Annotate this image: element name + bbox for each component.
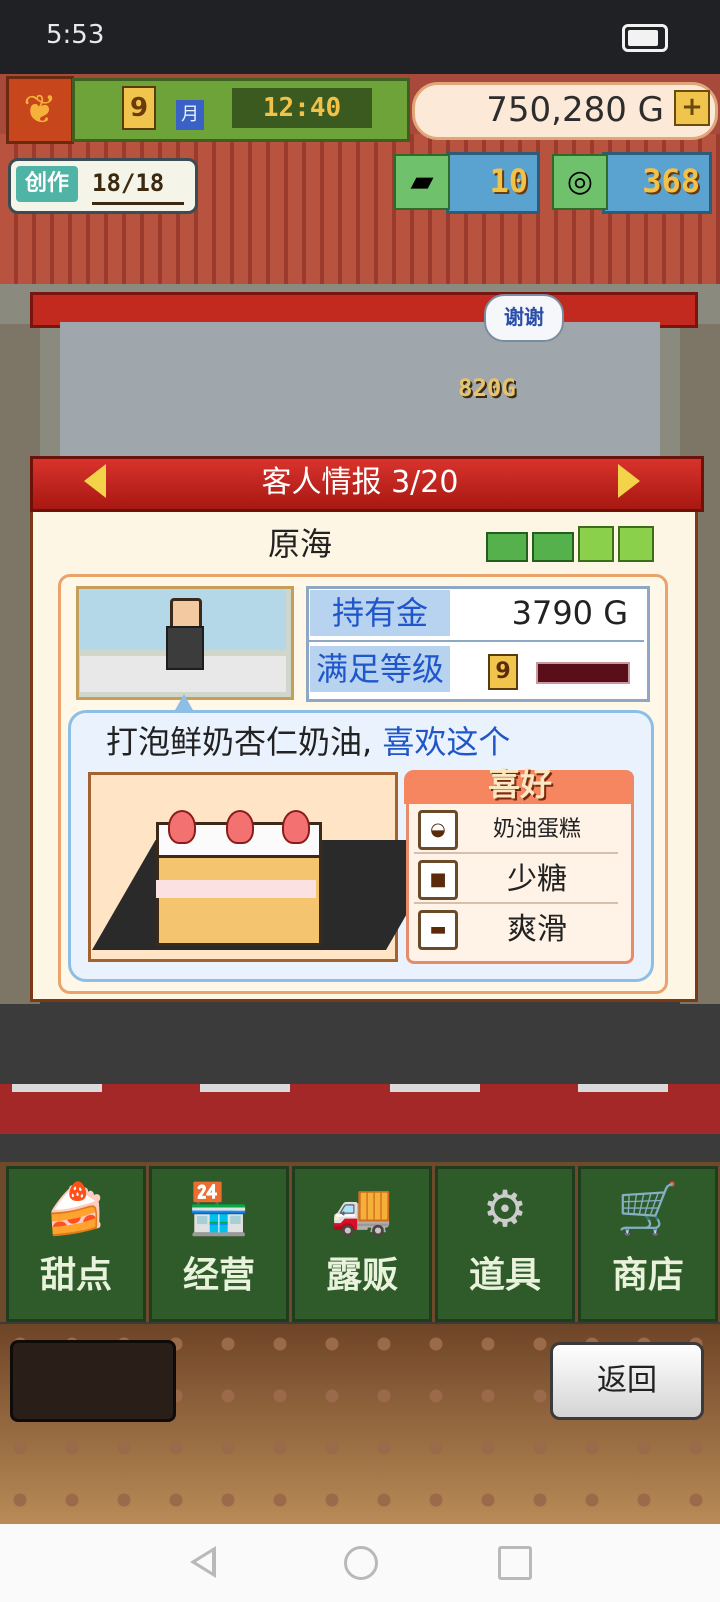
strawberry-icon xyxy=(282,810,310,844)
create-value: 18/18 xyxy=(92,164,184,205)
satisfaction-level: 9 xyxy=(488,654,518,690)
preference-label: 少糖 xyxy=(507,862,567,897)
menu-label: 商店 xyxy=(611,1255,684,1296)
cash-stack-icon xyxy=(486,532,528,562)
comment-highlight: 喜欢这个 xyxy=(372,723,511,761)
customer-money-value: 3790 G xyxy=(511,594,628,632)
status-bar: 5:53 xyxy=(0,0,720,74)
back-button[interactable]: 返回 xyxy=(550,1342,704,1420)
plus-icon[interactable]: + xyxy=(674,90,710,126)
customer-name: 原海 xyxy=(267,525,332,563)
message-box xyxy=(10,1340,176,1422)
preference-label: 奶油蛋糕 xyxy=(492,817,581,842)
gear-bag-menu-icon: ⚙ xyxy=(482,1180,528,1238)
status-time: 5:53 xyxy=(46,20,105,50)
create-label: 创作 xyxy=(16,166,78,202)
road-marking xyxy=(12,1084,102,1092)
menu-label: 经营 xyxy=(182,1255,255,1296)
cash-stack-icon xyxy=(532,532,574,562)
menu-label: 道具 xyxy=(468,1255,541,1296)
shop-menu-icon: 🏪 xyxy=(187,1180,251,1238)
money-value: 750,280 G xyxy=(486,90,664,130)
month-label: 月 xyxy=(176,100,204,130)
strawberry-icon xyxy=(168,810,196,844)
menu-store-button[interactable]: 🛒 商店 xyxy=(578,1166,718,1322)
cart-menu-icon: 🛒 xyxy=(616,1180,680,1238)
income-popup: 820G xyxy=(458,374,516,402)
strawberry-icon xyxy=(226,810,254,844)
preference-label: 爽滑 xyxy=(507,912,567,947)
nav-back-icon-inner xyxy=(196,1552,212,1572)
truck-menu-icon: 🚚 xyxy=(330,1180,394,1238)
gift-box-icon xyxy=(578,526,614,562)
nav-recent-icon[interactable] xyxy=(498,1546,532,1580)
silver-medal-icon: ◎ xyxy=(552,154,608,210)
game-clock: 12:40 xyxy=(232,88,372,128)
menu-label: 露贩 xyxy=(325,1255,398,1296)
road-marking xyxy=(200,1084,290,1092)
smooth-bar-icon: ▬ xyxy=(418,910,458,950)
panel-title: 客人情报 3/20 xyxy=(261,465,459,500)
season-button[interactable]: ❦ xyxy=(6,76,74,144)
prev-arrow-icon[interactable] xyxy=(84,464,106,498)
cake-strawberry-layer xyxy=(156,880,316,898)
menu-items-button[interactable]: ⚙ 道具 xyxy=(435,1166,575,1322)
battery-icon xyxy=(622,24,668,52)
money-label: 持有金 xyxy=(310,590,450,636)
customer-comment: 打泡鲜奶杏仁奶油, 喜欢这个 xyxy=(106,718,626,766)
menu-dessert-button[interactable]: 🍰 甜点 xyxy=(6,1166,146,1322)
medal-value: 368 xyxy=(642,162,700,200)
menu-stall-button[interactable]: 🚚 露贩 xyxy=(292,1166,432,1322)
menu-label: 甜点 xyxy=(39,1255,112,1296)
gold-bar-icon: ▰ xyxy=(394,154,450,210)
month-number: 9 xyxy=(122,86,156,130)
thanks-speech-bubble: 谢谢 xyxy=(484,294,564,342)
customer-wealth-icons xyxy=(486,520,666,566)
sugar-square-icon: ■ xyxy=(418,860,458,900)
satisfaction-label: 满足等级 xyxy=(310,646,450,692)
menu-manage-button[interactable]: 🏪 经营 xyxy=(149,1166,289,1322)
cake-icon: ◒ xyxy=(418,810,458,850)
satisfaction-bar xyxy=(536,662,630,684)
road-marking xyxy=(578,1084,668,1092)
nav-home-icon[interactable] xyxy=(344,1546,378,1580)
road-marking xyxy=(390,1084,480,1092)
next-arrow-icon[interactable] xyxy=(618,464,640,498)
preference-title: 喜好 xyxy=(487,765,552,803)
customer-body xyxy=(166,626,204,670)
maple-leaf-icon: ❦ xyxy=(23,87,57,133)
gold-bar-value: 10 xyxy=(489,162,528,200)
comment-text: 打泡鲜奶杏仁奶油, xyxy=(106,723,373,761)
gift-box-icon xyxy=(618,526,654,562)
cake-menu-icon: 🍰 xyxy=(44,1180,108,1238)
